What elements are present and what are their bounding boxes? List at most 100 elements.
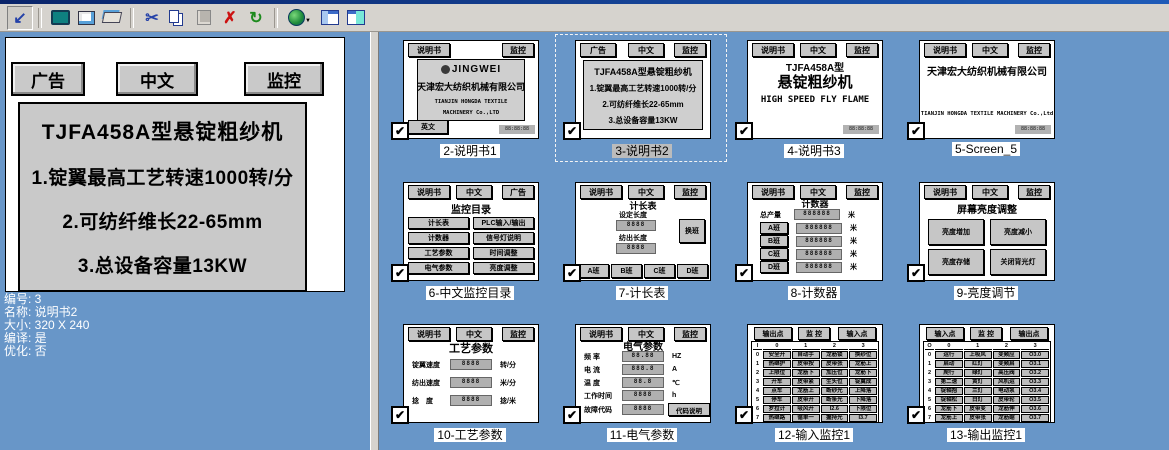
thumbnail-cell-9[interactable]: 说明书 中文 监控 屏幕亮度调整 亮度增加 亮度减小 亮度存储 关闭背光灯 9-… — [907, 180, 1067, 302]
screen-checkbox[interactable] — [563, 406, 581, 424]
table-cell: 龙筋上 — [849, 360, 877, 368]
spun-length-value: 8888 — [616, 243, 656, 254]
thumbnail-cell-12[interactable]: 输出点 监 控 输入点 I01230安全开自动手龙筋锁换纱位1热继护皮带按皮带张… — [735, 322, 895, 444]
mini-screen: 说明书 中文 监控 电气参数 频 率88.88HZ电 流888.8A温 度88.… — [575, 324, 711, 423]
thumbnail-cell-8[interactable]: 说明书 中文 监控 计数器 总产量888888米A班888888米B班88888… — [735, 180, 895, 302]
param-label: 纺出速度 — [412, 378, 446, 388]
thumbnail-cell-6[interactable]: 说明书 中文 广告 监控目录 计长表PLC输入/输出计数器信号灯说明工艺参数时间… — [391, 180, 551, 302]
mini-manual-button: 说明书 — [752, 43, 794, 57]
table-cell: 吸风开 — [792, 405, 820, 413]
screen-checkbox[interactable] — [563, 264, 581, 282]
screen-monitor-icon[interactable] — [47, 7, 73, 29]
table-cell: 锭翼成 — [849, 378, 877, 386]
table-cell: 皮带按 — [792, 360, 820, 368]
mini-screen: 说明书 监控 JINGWEI 天津宏大纺织机械有限公司 TIANJIN HONG… — [403, 40, 539, 139]
screen-checkbox[interactable] — [735, 122, 753, 140]
image-window-icon[interactable] — [73, 7, 99, 29]
counter-value: 888888 — [796, 236, 842, 247]
panel-splitter[interactable] — [370, 32, 379, 450]
thumbnail-label: 8-计数器 — [741, 284, 887, 301]
delete-icon[interactable]: ✗ — [217, 7, 243, 29]
table-cell: 龙筋上 — [935, 414, 963, 422]
table-cell: 上限位 — [763, 369, 791, 377]
table-cell: 电动泵 — [993, 387, 1021, 395]
table-cell: 龙筋缩 — [993, 414, 1021, 422]
thumbnail-cell-4[interactable]: 说明书 中文 监控 TJFA458A型 悬锭粗纱机 HIGH SPEED FLY… — [735, 38, 895, 160]
shift-select-button: B班 — [760, 235, 788, 247]
menu-button: 计长表 — [408, 217, 469, 229]
mini-manual-button: 说明书 — [580, 185, 622, 199]
mini-chinese-button: 中文 — [456, 185, 492, 199]
layout-list-icon[interactable] — [317, 7, 343, 29]
mini-screen: 输出点 监 控 输入点 I01230安全开自动手龙筋锁换纱位1热继护皮带按皮带张… — [747, 324, 883, 423]
brightness-title: 屏幕亮度调整 — [920, 201, 1054, 216]
thumbnail-cell-5[interactable]: 说明书 中文 监控 天津宏大纺织机械有限公司 TIANJIN HONGDA TE… — [907, 38, 1067, 160]
property-label: 编译: — [4, 331, 31, 345]
counter-value: 888888 — [796, 262, 842, 273]
spec-line: 3.总设备容量13KW — [609, 115, 678, 126]
screen-checkbox[interactable] — [907, 264, 925, 282]
shift-button: B班 — [611, 264, 642, 278]
table-cell: 兰灯 — [964, 387, 992, 395]
time-display: 88:88:88 — [499, 125, 535, 134]
shift-button: C班 — [644, 264, 675, 278]
mini-monitor-button: 监控 — [1018, 43, 1050, 57]
thumbnail-cell-10[interactable]: 说明书 中文 监控 工艺参数 锭翼速度8888转/分纺出速度8888米/分捻 度… — [391, 322, 551, 444]
screen-checkbox[interactable] — [907, 406, 925, 424]
monitor-menu: 计长表PLC输入/输出计数器信号灯说明工艺参数时间调整电气参数亮度调整 — [408, 217, 534, 274]
mini-monitor-button: 监控 — [674, 43, 706, 57]
property-value: 3 — [31, 292, 41, 306]
layout-grid-icon[interactable] — [343, 7, 369, 29]
output-monitor-table: O01230运行上吸风变频应O3.01启动红灯变频启O3.12爬行绿灯高压阀O3… — [923, 341, 1051, 423]
globe-icon[interactable] — [283, 7, 309, 29]
mini-screen: 说明书 中文 监控 计长表 设定长度 8888 纺出长度 8888 换班 A班B… — [575, 182, 711, 281]
thumbnail-label: 11-电气参数 — [569, 426, 715, 443]
thumbnail-cell-13[interactable]: 输入点 监 控 输出点 O01230运行上吸风变频应O3.01启动红灯变频启O3… — [907, 322, 1067, 444]
row-number: 7 — [925, 414, 934, 422]
thumbnail-cell-7[interactable]: 说明书 中文 监控 计长表 设定长度 8888 纺出长度 8888 换班 A班B… — [563, 180, 723, 302]
table-cell: 龙筋锁 — [821, 351, 849, 359]
screen-checkbox[interactable] — [563, 122, 581, 140]
param-row: 频 率88.88HZ — [576, 351, 710, 362]
table-cell: 风机运 — [993, 378, 1021, 386]
company-name-en: TIANJIN HONGDA TEXTILE MACHINERY Co.,Ltd — [920, 111, 1054, 117]
param-value: 888.8 — [622, 364, 664, 375]
unit-label: A — [672, 366, 677, 373]
table-cell: 第二速 — [935, 378, 963, 386]
paste-icon[interactable] — [191, 7, 217, 29]
thumbnail-label: 10-工艺参数 — [397, 426, 543, 443]
screen-properties: 编号: 3名称: 说明书2大小: 320 X 240编译: 是优化: 否 — [4, 293, 89, 358]
table-header-cell: 0 — [935, 343, 963, 350]
screen-checkbox[interactable] — [391, 122, 409, 140]
brightness-save-button: 亮度存储 — [928, 249, 984, 275]
copy-icon[interactable] — [165, 7, 191, 29]
thumbnail-cell-3-selected[interactable]: 广告 中文 监控 TJFA458A型悬锭粗纱机 1.锭翼最高工艺转速1000转/… — [563, 38, 723, 160]
thumbnail-label: 2-说明书1 — [397, 142, 543, 159]
screen-checkbox[interactable] — [735, 406, 753, 424]
spec-panel: TJFA458A型悬锭粗纱机 1.锭翼最高工艺转速1000转/分 2.可纺纤维长… — [583, 60, 703, 130]
refresh-icon[interactable]: ↻ — [243, 7, 269, 29]
screen-checkbox[interactable] — [391, 264, 409, 282]
screen-checkbox[interactable] — [907, 122, 925, 140]
screen-checkbox[interactable] — [735, 264, 753, 282]
unit-label: 米 — [850, 223, 857, 233]
open-image-icon[interactable] — [99, 7, 125, 29]
toolbar-separator — [274, 8, 278, 28]
row-number: 5 — [925, 396, 934, 404]
menu-button: 电气参数 — [408, 262, 469, 274]
logo-icon — [441, 65, 450, 74]
code-help-button: 代码说明 — [668, 403, 710, 416]
row-number: 2 — [753, 369, 762, 377]
thumbnail-cell-11[interactable]: 说明书 中文 监控 电气参数 频 率88.88HZ电 流888.8A温 度88.… — [563, 322, 723, 444]
table-cell: 断条光 — [821, 396, 849, 404]
screen-checkbox[interactable] — [391, 406, 409, 424]
select-tool-icon[interactable]: ↙ — [7, 6, 33, 30]
thumbnail-cell-2[interactable]: 说明书 监控 JINGWEI 天津宏大纺织机械有限公司 TIANJIN HONG… — [391, 38, 551, 160]
row-number: 4 — [925, 387, 934, 395]
row-number: 4 — [753, 387, 762, 395]
table-cell: 安全开 — [763, 351, 791, 359]
cut-icon[interactable]: ✂ — [139, 7, 165, 29]
table-cell: 罗拉计 — [763, 405, 791, 413]
spec-line: 1.锭翼最高工艺转速1000转/分 — [590, 83, 697, 94]
preview-monitor-button: 监控 — [244, 62, 324, 96]
